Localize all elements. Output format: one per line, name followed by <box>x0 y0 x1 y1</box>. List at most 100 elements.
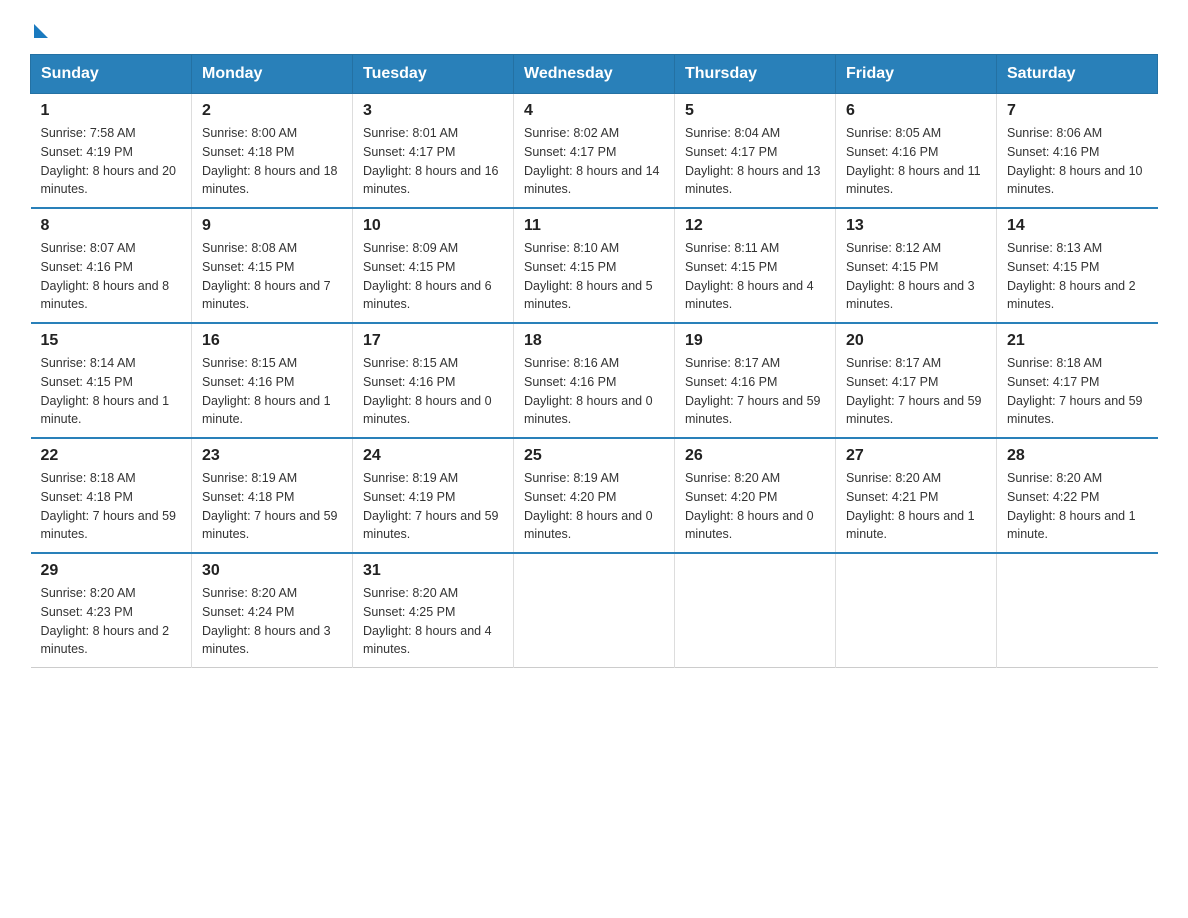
day-number: 24 <box>363 447 503 465</box>
calendar-week-row: 15 Sunrise: 8:14 AM Sunset: 4:15 PM Dayl… <box>31 323 1158 438</box>
day-info: Sunrise: 8:17 AM Sunset: 4:16 PM Dayligh… <box>685 354 825 429</box>
calendar-week-row: 8 Sunrise: 8:07 AM Sunset: 4:16 PM Dayli… <box>31 208 1158 323</box>
calendar-body: 1 Sunrise: 7:58 AM Sunset: 4:19 PM Dayli… <box>31 94 1158 668</box>
day-info: Sunrise: 8:16 AM Sunset: 4:16 PM Dayligh… <box>524 354 664 429</box>
day-info: Sunrise: 8:19 AM Sunset: 4:20 PM Dayligh… <box>524 469 664 544</box>
day-number: 14 <box>1007 217 1148 235</box>
weekday-header-cell: Sunday <box>31 55 192 94</box>
calendar-day-cell: 15 Sunrise: 8:14 AM Sunset: 4:15 PM Dayl… <box>31 323 192 438</box>
calendar-day-cell: 17 Sunrise: 8:15 AM Sunset: 4:16 PM Dayl… <box>353 323 514 438</box>
calendar-day-cell: 30 Sunrise: 8:20 AM Sunset: 4:24 PM Dayl… <box>192 553 353 668</box>
day-number: 8 <box>41 217 182 235</box>
day-info: Sunrise: 8:09 AM Sunset: 4:15 PM Dayligh… <box>363 239 503 314</box>
calendar-day-cell: 4 Sunrise: 8:02 AM Sunset: 4:17 PM Dayli… <box>514 94 675 209</box>
calendar-day-cell: 7 Sunrise: 8:06 AM Sunset: 4:16 PM Dayli… <box>997 94 1158 209</box>
weekday-header-cell: Monday <box>192 55 353 94</box>
calendar-header: SundayMondayTuesdayWednesdayThursdayFrid… <box>31 55 1158 94</box>
day-info: Sunrise: 8:08 AM Sunset: 4:15 PM Dayligh… <box>202 239 342 314</box>
calendar-day-cell: 18 Sunrise: 8:16 AM Sunset: 4:16 PM Dayl… <box>514 323 675 438</box>
day-info: Sunrise: 8:20 AM Sunset: 4:24 PM Dayligh… <box>202 584 342 659</box>
day-info: Sunrise: 8:19 AM Sunset: 4:19 PM Dayligh… <box>363 469 503 544</box>
day-number: 31 <box>363 562 503 580</box>
calendar-day-cell: 1 Sunrise: 7:58 AM Sunset: 4:19 PM Dayli… <box>31 94 192 209</box>
calendar-day-cell: 28 Sunrise: 8:20 AM Sunset: 4:22 PM Dayl… <box>997 438 1158 553</box>
weekday-header-cell: Saturday <box>997 55 1158 94</box>
day-number: 11 <box>524 217 664 235</box>
calendar-day-cell <box>836 553 997 668</box>
calendar-day-cell: 25 Sunrise: 8:19 AM Sunset: 4:20 PM Dayl… <box>514 438 675 553</box>
calendar-day-cell <box>514 553 675 668</box>
day-info: Sunrise: 8:20 AM Sunset: 4:23 PM Dayligh… <box>41 584 182 659</box>
day-number: 19 <box>685 332 825 350</box>
day-number: 1 <box>41 102 182 120</box>
day-info: Sunrise: 8:18 AM Sunset: 4:17 PM Dayligh… <box>1007 354 1148 429</box>
calendar-day-cell: 16 Sunrise: 8:15 AM Sunset: 4:16 PM Dayl… <box>192 323 353 438</box>
logo <box>30 20 48 34</box>
weekday-header-cell: Tuesday <box>353 55 514 94</box>
day-number: 17 <box>363 332 503 350</box>
day-info: Sunrise: 8:20 AM Sunset: 4:25 PM Dayligh… <box>363 584 503 659</box>
calendar-week-row: 22 Sunrise: 8:18 AM Sunset: 4:18 PM Dayl… <box>31 438 1158 553</box>
day-number: 18 <box>524 332 664 350</box>
calendar-week-row: 29 Sunrise: 8:20 AM Sunset: 4:23 PM Dayl… <box>31 553 1158 668</box>
day-info: Sunrise: 8:20 AM Sunset: 4:20 PM Dayligh… <box>685 469 825 544</box>
calendar-day-cell: 23 Sunrise: 8:19 AM Sunset: 4:18 PM Dayl… <box>192 438 353 553</box>
day-info: Sunrise: 8:04 AM Sunset: 4:17 PM Dayligh… <box>685 124 825 199</box>
calendar-week-row: 1 Sunrise: 7:58 AM Sunset: 4:19 PM Dayli… <box>31 94 1158 209</box>
day-info: Sunrise: 8:10 AM Sunset: 4:15 PM Dayligh… <box>524 239 664 314</box>
day-info: Sunrise: 8:12 AM Sunset: 4:15 PM Dayligh… <box>846 239 986 314</box>
weekday-header-row: SundayMondayTuesdayWednesdayThursdayFrid… <box>31 55 1158 94</box>
calendar-day-cell <box>675 553 836 668</box>
calendar-day-cell: 29 Sunrise: 8:20 AM Sunset: 4:23 PM Dayl… <box>31 553 192 668</box>
day-info: Sunrise: 8:20 AM Sunset: 4:22 PM Dayligh… <box>1007 469 1148 544</box>
day-info: Sunrise: 8:14 AM Sunset: 4:15 PM Dayligh… <box>41 354 182 429</box>
day-info: Sunrise: 8:05 AM Sunset: 4:16 PM Dayligh… <box>846 124 986 199</box>
day-number: 22 <box>41 447 182 465</box>
day-info: Sunrise: 8:06 AM Sunset: 4:16 PM Dayligh… <box>1007 124 1148 199</box>
day-info: Sunrise: 7:58 AM Sunset: 4:19 PM Dayligh… <box>41 124 182 199</box>
day-number: 10 <box>363 217 503 235</box>
logo-general-text <box>30 20 48 38</box>
day-number: 2 <box>202 102 342 120</box>
day-number: 5 <box>685 102 825 120</box>
weekday-header-cell: Wednesday <box>514 55 675 94</box>
page-header <box>30 20 1158 34</box>
logo-arrow-icon <box>34 24 48 38</box>
calendar-day-cell: 11 Sunrise: 8:10 AM Sunset: 4:15 PM Dayl… <box>514 208 675 323</box>
calendar-day-cell: 2 Sunrise: 8:00 AM Sunset: 4:18 PM Dayli… <box>192 94 353 209</box>
day-number: 9 <box>202 217 342 235</box>
weekday-header-cell: Thursday <box>675 55 836 94</box>
calendar-day-cell: 24 Sunrise: 8:19 AM Sunset: 4:19 PM Dayl… <box>353 438 514 553</box>
day-number: 26 <box>685 447 825 465</box>
day-number: 6 <box>846 102 986 120</box>
day-info: Sunrise: 8:18 AM Sunset: 4:18 PM Dayligh… <box>41 469 182 544</box>
day-number: 13 <box>846 217 986 235</box>
day-number: 20 <box>846 332 986 350</box>
day-number: 23 <box>202 447 342 465</box>
calendar-day-cell: 31 Sunrise: 8:20 AM Sunset: 4:25 PM Dayl… <box>353 553 514 668</box>
day-number: 7 <box>1007 102 1148 120</box>
calendar-day-cell <box>997 553 1158 668</box>
day-info: Sunrise: 8:17 AM Sunset: 4:17 PM Dayligh… <box>846 354 986 429</box>
day-number: 21 <box>1007 332 1148 350</box>
calendar-day-cell: 27 Sunrise: 8:20 AM Sunset: 4:21 PM Dayl… <box>836 438 997 553</box>
calendar-day-cell: 21 Sunrise: 8:18 AM Sunset: 4:17 PM Dayl… <box>997 323 1158 438</box>
day-info: Sunrise: 8:11 AM Sunset: 4:15 PM Dayligh… <box>685 239 825 314</box>
calendar-day-cell: 10 Sunrise: 8:09 AM Sunset: 4:15 PM Dayl… <box>353 208 514 323</box>
calendar-day-cell: 5 Sunrise: 8:04 AM Sunset: 4:17 PM Dayli… <box>675 94 836 209</box>
calendar-day-cell: 12 Sunrise: 8:11 AM Sunset: 4:15 PM Dayl… <box>675 208 836 323</box>
day-number: 4 <box>524 102 664 120</box>
day-info: Sunrise: 8:15 AM Sunset: 4:16 PM Dayligh… <box>363 354 503 429</box>
day-info: Sunrise: 8:00 AM Sunset: 4:18 PM Dayligh… <box>202 124 342 199</box>
calendar-day-cell: 6 Sunrise: 8:05 AM Sunset: 4:16 PM Dayli… <box>836 94 997 209</box>
day-number: 25 <box>524 447 664 465</box>
day-number: 15 <box>41 332 182 350</box>
day-number: 29 <box>41 562 182 580</box>
day-info: Sunrise: 8:19 AM Sunset: 4:18 PM Dayligh… <box>202 469 342 544</box>
calendar-day-cell: 9 Sunrise: 8:08 AM Sunset: 4:15 PM Dayli… <box>192 208 353 323</box>
day-number: 28 <box>1007 447 1148 465</box>
calendar-day-cell: 3 Sunrise: 8:01 AM Sunset: 4:17 PM Dayli… <box>353 94 514 209</box>
calendar-day-cell: 14 Sunrise: 8:13 AM Sunset: 4:15 PM Dayl… <box>997 208 1158 323</box>
day-info: Sunrise: 8:20 AM Sunset: 4:21 PM Dayligh… <box>846 469 986 544</box>
day-info: Sunrise: 8:07 AM Sunset: 4:16 PM Dayligh… <box>41 239 182 314</box>
